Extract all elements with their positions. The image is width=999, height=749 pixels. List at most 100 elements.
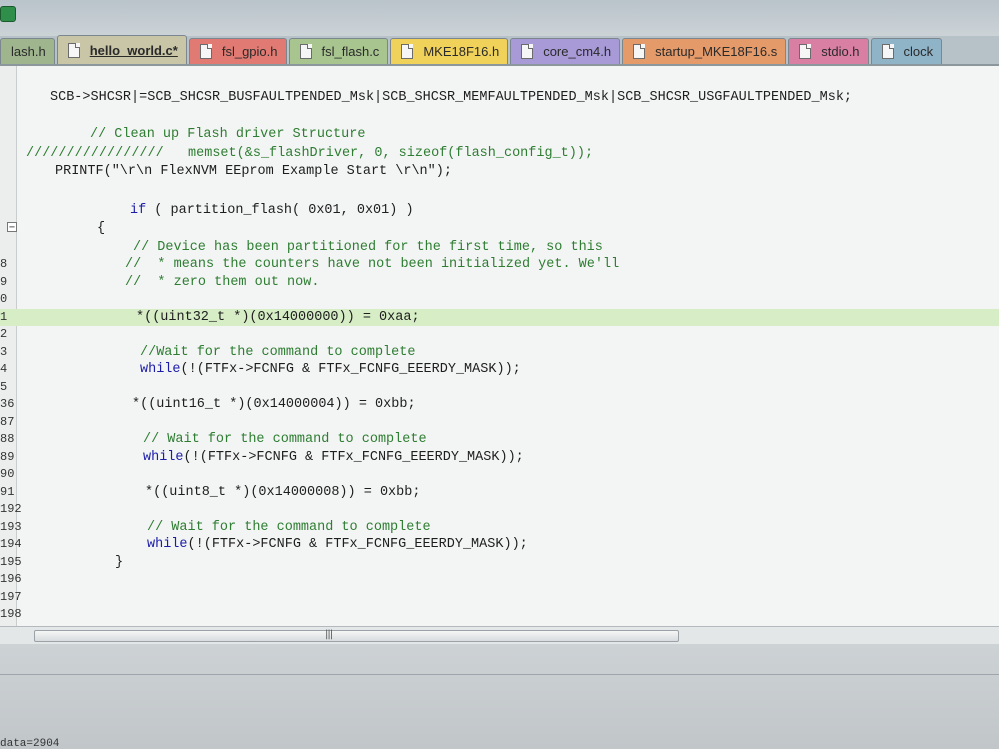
code-editor[interactable]: SCB->SHCSR|=SCB_SHCSR_BUSFAULTPENDED_Msk…	[0, 66, 999, 626]
code-line[interactable]: PRINTF("\r\n FlexNVM EEprom Example Star…	[0, 163, 999, 180]
code-line[interactable]: 36 *((uint16_t *)(0x14000004)) = 0xbb;	[0, 396, 999, 413]
line-number: 4	[0, 362, 8, 376]
code-text: }	[115, 554, 124, 570]
code-line[interactable]: 192	[0, 501, 999, 518]
file-icon	[199, 44, 212, 59]
line-number: 9	[0, 274, 8, 289]
code-text: ///////////////// memset(&s_flashDriver,…	[26, 145, 594, 161]
line-number: 87	[0, 414, 15, 429]
code-line[interactable]: SCB->SHCSR|=SCB_SHCSR_BUSFAULTPENDED_Msk…	[0, 89, 999, 106]
code-line[interactable]: 195}	[0, 554, 999, 571]
code-rest: (!(FTFx->FCNFG & FTFx_FCNFG_EEERDY_MASK)…	[183, 449, 524, 465]
tab-startup-mke18f16-s[interactable]: startup_MKE18F16.s	[622, 38, 787, 64]
code-text: // * means the counters have not been in…	[125, 257, 620, 272]
tab-label: core_cm4.h	[543, 44, 612, 59]
code-line[interactable]: 196	[0, 571, 999, 588]
code-text: // Wait for the command to complete	[147, 519, 431, 535]
code-line[interactable]: 5	[0, 379, 999, 396]
file-icon	[881, 44, 894, 59]
code-line[interactable]: ///////////////// memset(&s_flashDriver,…	[0, 145, 999, 162]
code-line[interactable]	[0, 183, 999, 200]
file-icon	[633, 44, 646, 59]
tab-stdio-h[interactable]: stdio.h	[788, 38, 869, 64]
line-number: 0	[0, 292, 8, 306]
code-line[interactable]: 3 //Wait for the command to complete	[0, 344, 999, 361]
output-panel: data=2904	[0, 644, 999, 749]
code-text: SCB->SHCSR|=SCB_SHCSR_BUSFAULTPENDED_Msk…	[50, 90, 853, 105]
line-number: 5	[0, 379, 8, 394]
code-rest: ( partition_flash( 0x01, 0x01) )	[146, 202, 414, 218]
line-number: 193	[0, 519, 22, 534]
code-line[interactable]: // Clean up Flash driver Structure	[0, 126, 999, 143]
code-line[interactable]: {−	[0, 220, 999, 237]
code-text: while(!(FTFx->FCNFG & FTFx_FCNFG_EEERDY_…	[147, 536, 528, 553]
code-text: while(!(FTFx->FCNFG & FTFx_FCNFG_EEERDY_…	[140, 361, 521, 378]
scrollbar-thumb[interactable]: |||	[34, 629, 679, 642]
line-number: 192	[0, 502, 22, 516]
code-line[interactable]: 89 while(!(FTFx->FCNFG & FTFx_FCNFG_EEERD…	[0, 449, 999, 466]
horizontal-scrollbar[interactable]: |||	[0, 626, 999, 645]
tab-clock[interactable]: clock	[870, 38, 943, 64]
tab-label: stdio.h	[821, 44, 860, 59]
line-number: 197	[0, 589, 22, 604]
code-line[interactable]: 1 *((uint32_t *)(0x14000000)) = 0xaa;	[0, 308, 999, 326]
keyword: while	[140, 362, 181, 377]
line-number: 91	[0, 484, 15, 499]
code-line[interactable]: // Device has been partitioned for the f…	[0, 239, 999, 256]
file-icon	[401, 44, 414, 59]
scrollbar-grip-icon: |||	[325, 629, 333, 640]
code-line[interactable]: 90	[0, 466, 999, 483]
code-line[interactable]: 194 while(!(FTFx->FCNFG & FTFx_FCNFG_EEER…	[0, 536, 999, 553]
code-rest: (!(FTFx->FCNFG & FTFx_FCNFG_EEERDY_MASK)…	[187, 537, 528, 552]
line-number: 2	[0, 327, 8, 341]
code-line[interactable]: if ( partition_flash( 0x01, 0x01) )	[0, 202, 999, 219]
code-text: // Wait for the command to complete	[143, 432, 427, 447]
line-number: 89	[0, 449, 15, 464]
code-text: *((uint32_t *)(0x14000000)) = 0xaa;	[136, 309, 420, 325]
code-line[interactable]: 4 while(!(FTFx->FCNFG & FTFx_FCNFG_EEERDY…	[0, 361, 999, 378]
tab-lash-h[interactable]: lash.h	[0, 38, 55, 64]
code-line[interactable]: 87	[0, 414, 999, 431]
tab-fsl-flash-c[interactable]: fsl_flash.c	[288, 38, 389, 64]
code-line[interactable]: 0	[0, 291, 999, 308]
toolbar	[0, 0, 999, 37]
tab-hello-world-c-[interactable]: hello_world.c*	[56, 35, 187, 64]
code-line[interactable]: 9 // * zero them out now.	[0, 274, 999, 291]
code-line[interactable]	[0, 108, 999, 125]
line-number: 36	[0, 397, 15, 411]
tab-label: fsl_flash.c	[321, 44, 380, 59]
file-icon	[67, 42, 80, 58]
code-text: *((uint16_t *)(0x14000004)) = 0xbb;	[132, 397, 416, 412]
fold-toggle-icon[interactable]: −	[7, 222, 17, 233]
code-text: //Wait for the command to complete	[140, 344, 416, 360]
tab-label: MKE18F16.h	[423, 44, 500, 59]
code-line[interactable]: 8 // * means the counters have not been i…	[0, 256, 999, 273]
tab-mke18f16-h[interactable]: MKE18F16.h	[390, 38, 509, 64]
code-line[interactable]: 2	[0, 326, 999, 343]
tab-label: hello_world.c*	[89, 42, 178, 58]
code-text: *((uint8_t *)(0x14000008)) = 0xbb;	[145, 484, 421, 500]
ide-screen: lash.h hello_world.c* fsl_gpio.h fsl_flash.…	[0, 0, 999, 749]
code-text: while(!(FTFx->FCNFG & FTFx_FCNFG_EEERDY_…	[143, 449, 524, 466]
code-text: // Clean up Flash driver Structure	[90, 127, 366, 142]
line-number: 1	[0, 309, 8, 324]
tab-label: startup_MKE18F16.s	[655, 44, 778, 59]
tab-label: clock	[903, 44, 934, 59]
code-line[interactable]: 197	[0, 589, 999, 606]
code-line[interactable]: 193 // Wait for the command to complete	[0, 519, 999, 536]
line-number: 194	[0, 537, 22, 551]
tab-label: fsl_gpio.h	[221, 44, 278, 59]
code-line[interactable]: 198	[0, 606, 999, 623]
keyword: while	[143, 449, 184, 465]
code-line[interactable]: 88 // Wait for the command to complete	[0, 431, 999, 448]
tab-core-cm4-h[interactable]: core_cm4.h	[510, 38, 621, 64]
file-icon	[521, 44, 534, 59]
code-rest: (!(FTFx->FCNFG & FTFx_FCNFG_EEERDY_MASK)…	[180, 362, 521, 377]
keyword: while	[147, 537, 188, 552]
line-number: 88	[0, 432, 15, 446]
panel-divider	[0, 674, 999, 675]
app-icon[interactable]	[0, 6, 16, 22]
code-text: // Device has been partitioned for the f…	[133, 239, 603, 255]
code-line[interactable]: 91 *((uint8_t *)(0x14000008)) = 0xbb;	[0, 484, 999, 501]
tab-fsl-gpio-h[interactable]: fsl_gpio.h	[188, 38, 287, 64]
